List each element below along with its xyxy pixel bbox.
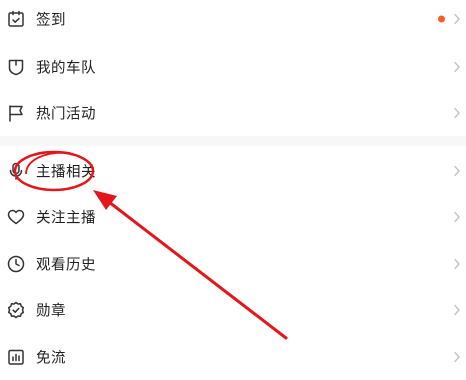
chevron-right-icon xyxy=(452,164,462,178)
microphone-icon xyxy=(6,161,26,181)
menu-item-label: 签到 xyxy=(36,12,66,29)
heart-icon xyxy=(6,207,26,227)
chevron-right-icon xyxy=(452,12,462,26)
badge-icon xyxy=(6,300,26,320)
menu-item-sign-in[interactable]: 签到 xyxy=(0,0,466,42)
flag-icon xyxy=(6,103,26,123)
notification-dot xyxy=(438,15,445,23)
menu-item-label: 观看历史 xyxy=(36,257,96,274)
chevron-right-icon xyxy=(452,257,462,271)
menu-item-hot-events[interactable]: 热门活动 xyxy=(0,90,466,136)
chevron-right-icon xyxy=(452,106,462,120)
menu-item-medals[interactable]: 勋章 xyxy=(0,287,466,333)
chevron-right-icon xyxy=(452,303,462,317)
menu-item-label: 勋章 xyxy=(36,303,66,320)
chevron-right-icon xyxy=(452,350,462,364)
shield-icon xyxy=(6,57,26,77)
menu-item-label: 我的车队 xyxy=(36,60,96,77)
menu-item-followed-streamers[interactable]: 关注主播 xyxy=(0,194,466,240)
menu-item-label: 关注主播 xyxy=(36,210,96,227)
menu-item-label: 免流 xyxy=(36,350,66,367)
menu-item-watch-history[interactable]: 观看历史 xyxy=(0,241,466,287)
menu-item-label: 主播相关 xyxy=(36,164,96,181)
chevron-right-icon xyxy=(452,60,462,74)
calendar-check-icon xyxy=(6,9,26,29)
data-chart-icon xyxy=(6,347,26,367)
menu-item-free-data[interactable]: 免流 xyxy=(0,334,466,380)
menu-item-label: 热门活动 xyxy=(36,106,96,123)
section-divider xyxy=(0,136,466,146)
menu-item-my-team[interactable]: 我的车队 xyxy=(0,44,466,90)
chevron-right-icon xyxy=(452,210,462,224)
menu-item-streamer-related[interactable]: 主播相关 xyxy=(0,148,466,194)
clock-icon xyxy=(6,254,26,274)
